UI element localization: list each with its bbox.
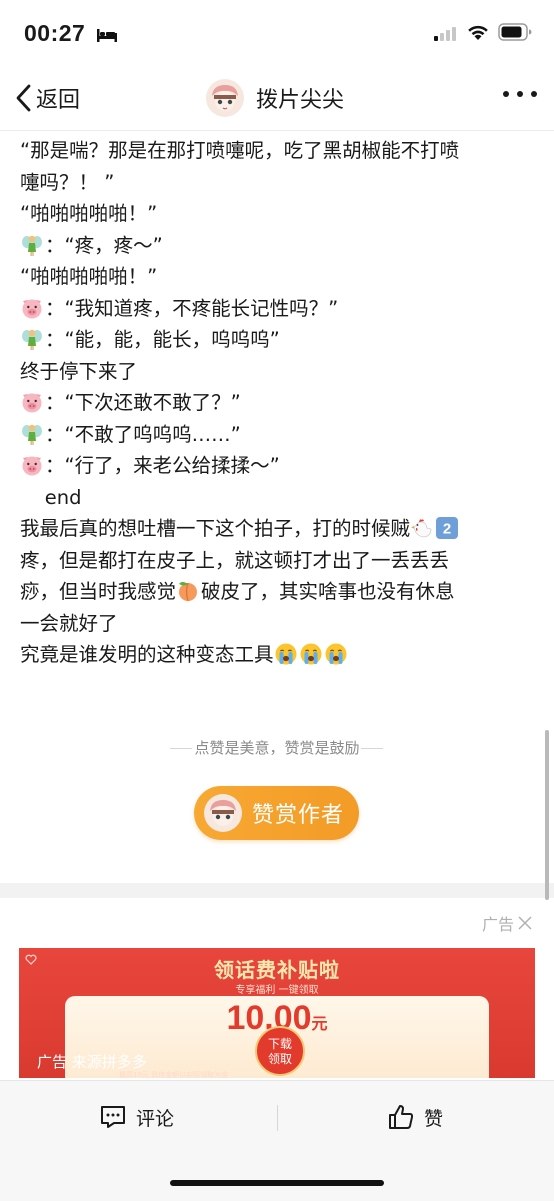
article-text: 破皮了，其实啥事也没有休息 [201, 580, 455, 603]
status-bar: 00:27 [0, 0, 554, 66]
loudly-crying-face-icon [275, 643, 297, 665]
article-text: 一会就好了 [20, 611, 118, 635]
article-text: 究竟是谁发明的这种变态工具 [20, 643, 274, 666]
article-line: “啪啪啪啪啪！” [20, 261, 540, 293]
article-line: ：“行了，来老公给揉揉～” [20, 450, 540, 482]
article-text: end [20, 485, 82, 509]
back-button[interactable]: 返回 [14, 80, 80, 116]
reward-divider: 点赞是美意，赞赏是鼓励 [0, 735, 554, 763]
article-line: end [20, 482, 540, 514]
article-line: “啪啪啪啪啪！” [20, 198, 540, 230]
wifi-icon [468, 25, 488, 40]
ad-fine-print: 最高10元 具体金额以实际领取为准 [119, 1071, 229, 1078]
ad-banner-subtitle: 专享福利 一键领取 [235, 985, 319, 996]
fairy-emoji-icon [22, 329, 42, 350]
account-header[interactable]: 拨片尖尖 [206, 78, 344, 118]
cellular-signal-icon [434, 27, 456, 41]
article-text: 痧，但当时我感觉 [20, 580, 177, 603]
close-icon [518, 916, 532, 930]
ad-claim-label: 领取 [267, 1052, 292, 1066]
sleep-mode-icon [97, 29, 117, 42]
article-line: 究竟是谁发明的这种变态工具 [20, 639, 540, 671]
article-line: ：“下次还敢不敢了？” [20, 387, 540, 419]
article-text: ：“疼，疼～” [45, 233, 163, 257]
article-line: ：“能，能，能长，呜呜呜” [20, 324, 540, 356]
ad-banner-title: 领话费补贴啦 [214, 958, 340, 982]
article-body: “那是喘？那是在那打喷嚏呢，吃了黑胡椒能不打喷 嚏吗？！ ” “啪啪啪啪啪！” ：“疼… [20, 135, 540, 671]
scrollbar[interactable] [545, 730, 549, 900]
ad-download-label: 下载 [267, 1037, 292, 1051]
article-line: 疼，但是都打在皮子上，就这顿打才出了一丢丢丢 [20, 545, 540, 577]
article-text: ：“我知道疼，不疼能长记性吗？” [45, 296, 339, 320]
fairy-emoji-icon [22, 424, 42, 445]
chevron-left-icon [16, 84, 31, 112]
article-line: ：“疼，疼～” [20, 230, 540, 262]
more-dots-icon[interactable] [502, 90, 538, 98]
article-line: 嚏吗？！ ” [20, 167, 540, 199]
comment-button[interactable]: 评论 [100, 1099, 174, 1135]
pig-face-icon [22, 393, 42, 413]
reward-button-label: 赞赏作者 [252, 803, 345, 828]
article-line: 终于停下来了 [20, 356, 540, 388]
pig-face-icon [22, 299, 42, 318]
home-indicator [170, 1180, 384, 1186]
author-avatar [204, 794, 242, 832]
ad-source: 广告 来源拼多多 [37, 1053, 147, 1071]
loudly-crying-face-icon [325, 643, 347, 665]
toolbar-divider [277, 1105, 278, 1131]
article-line: “那是喘？那是在那打喷嚏呢，吃了黑胡椒能不打喷 [20, 135, 540, 167]
article-text: 我最后真的想吐槽一下这个拍子，打的时候贼 [20, 517, 411, 540]
back-label: 返回 [36, 88, 81, 113]
article-text: ：“行了，来老公给揉揉～” [45, 454, 280, 477]
keycap-two-icon: 2 [436, 517, 459, 539]
like-button[interactable]: 赞 [388, 1099, 443, 1135]
article-line: 我最后真的想吐槽一下这个拍子，打的时候贼 2 [20, 513, 540, 545]
article-text: ：“能，能，能长，呜呜呜” [45, 328, 280, 351]
article-text: 疼，但是都打在皮子上，就这顿打才出了一丢丢丢 [20, 548, 450, 572]
article-text: “啪啪啪啪啪！” [20, 202, 158, 225]
ad-label: 广告 [481, 915, 514, 934]
pig-face-icon [22, 456, 42, 476]
article-line: ：“不敢了呜呜呜……” [20, 419, 540, 451]
article-text: 终于停下来了 [20, 359, 138, 383]
article-text: “啪啪啪啪啪！” [20, 265, 158, 288]
thumbs-up-icon [389, 1105, 414, 1129]
status-time: 00:27 [24, 20, 86, 46]
article-text: ：“下次还敢不敢了？” [45, 391, 241, 414]
ad-download-button[interactable]: 下载 领取 [255, 1026, 305, 1076]
fairy-emoji-icon [22, 235, 42, 256]
avatar [206, 79, 244, 117]
loudly-crying-face-icon [300, 643, 322, 665]
article-text: “那是喘？那是在那打喷嚏呢，吃了黑胡椒能不打喷 [20, 139, 460, 162]
nav-bar: 返回 拨片尖尖 [0, 66, 554, 131]
ad-banner[interactable]: 领话费补贴啦 专享福利 一键领取 10.00元 下载 领取 广告 来源拼多多 最… [19, 948, 535, 1078]
article-text: ：“不敢了呜呜呜……” [45, 422, 241, 446]
section-gap [0, 883, 554, 898]
comment-label: 评论 [136, 1107, 175, 1130]
divider-line-right [361, 748, 383, 749]
reward-author-button[interactable]: 赞赏作者 [194, 786, 359, 840]
ad-close[interactable]: 广告 [482, 911, 532, 935]
page-title: 拨片尖尖 [256, 88, 345, 113]
battery-icon [498, 23, 532, 41]
article-line: ：“我知道疼，不疼能长记性吗？” [20, 293, 540, 325]
comment-icon [101, 1106, 125, 1128]
article-line: 痧，但当时我感觉 破皮了，其实啥事也没有休息 [20, 576, 540, 608]
ad-amount-unit: 元 [311, 1016, 328, 1033]
chicken-emoji-icon [411, 519, 432, 538]
reward-hint: 点赞是美意，赞赏是鼓励 [194, 739, 360, 757]
peach-emoji-icon [179, 582, 198, 602]
like-label: 赞 [424, 1107, 444, 1130]
article-line: 一会就好了 [20, 608, 540, 640]
article-text: 嚏吗？！ ” [20, 170, 115, 194]
svg-text:2: 2 [443, 521, 451, 538]
